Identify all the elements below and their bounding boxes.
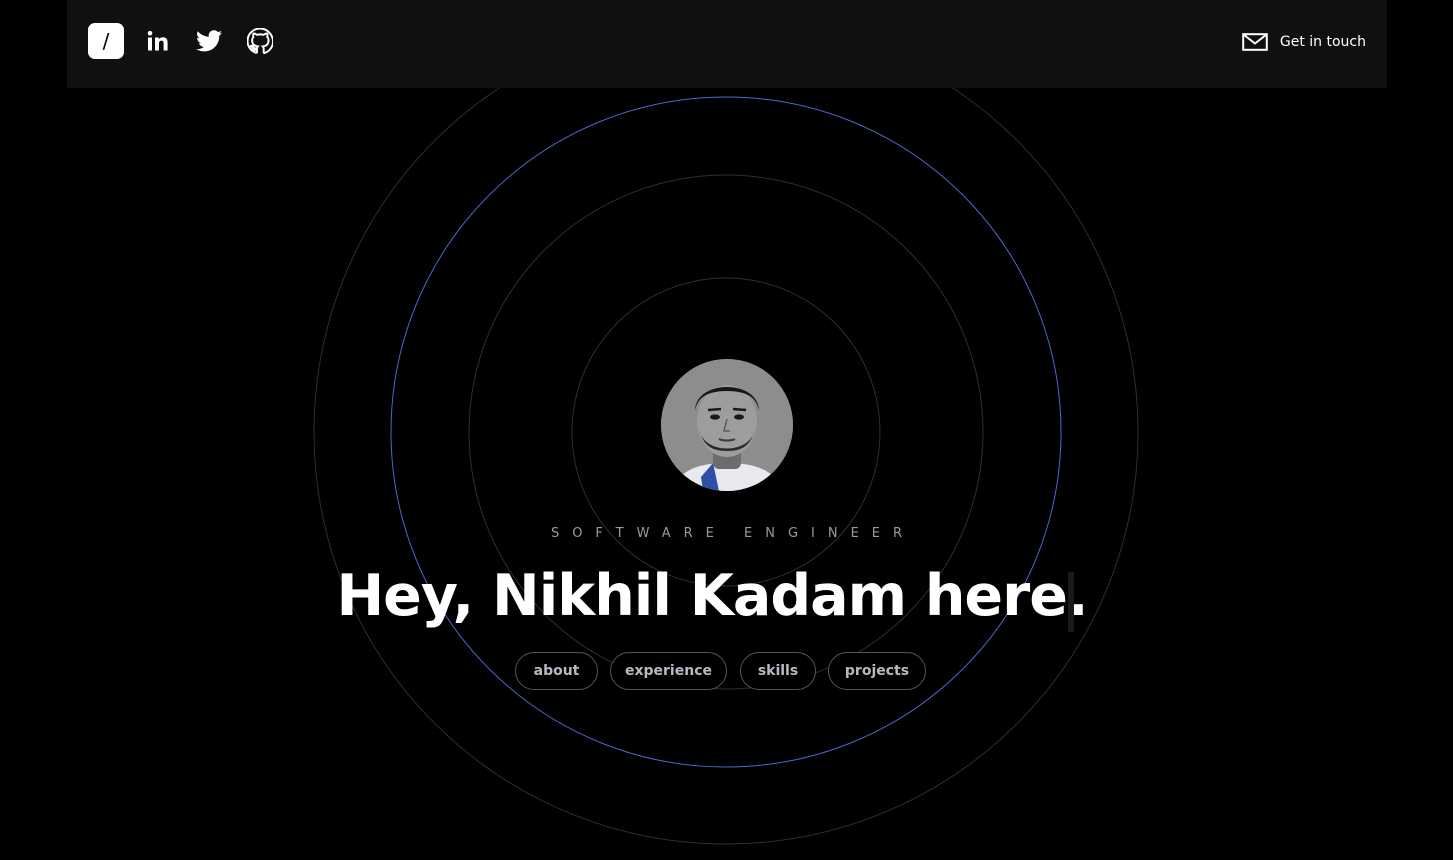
linkedin-icon [147,30,168,51]
top-navbar: / Get in touch [67,0,1387,88]
get-in-touch-link[interactable]: Get in touch [1242,30,1366,54]
github-icon [247,28,273,54]
get-in-touch-label: Get in touch [1279,34,1366,50]
typing-cursor [1068,572,1074,632]
nav-skills-button[interactable]: skills [740,652,816,690]
twitter-icon [196,30,222,52]
hero-headline: Hey, Nikhil Kadam here. [336,563,1088,629]
site-logo[interactable]: / [88,23,124,59]
nav-experience-button[interactable]: experience [610,652,727,690]
nav-projects-button[interactable]: projects [828,652,926,690]
linkedin-link[interactable] [144,27,172,55]
mail-icon [1242,33,1268,51]
page: / Get in touch SOFTWARE ENGINEER Hey, Ni… [0,0,1453,860]
avatar-illustration [661,359,793,491]
profile-avatar [661,359,793,491]
github-link[interactable] [246,27,274,55]
logo-glyph: / [102,29,110,53]
nav-about-button[interactable]: about [515,652,598,690]
twitter-link[interactable] [195,27,223,55]
role-subtitle: SOFTWARE ENGINEER [550,526,916,541]
